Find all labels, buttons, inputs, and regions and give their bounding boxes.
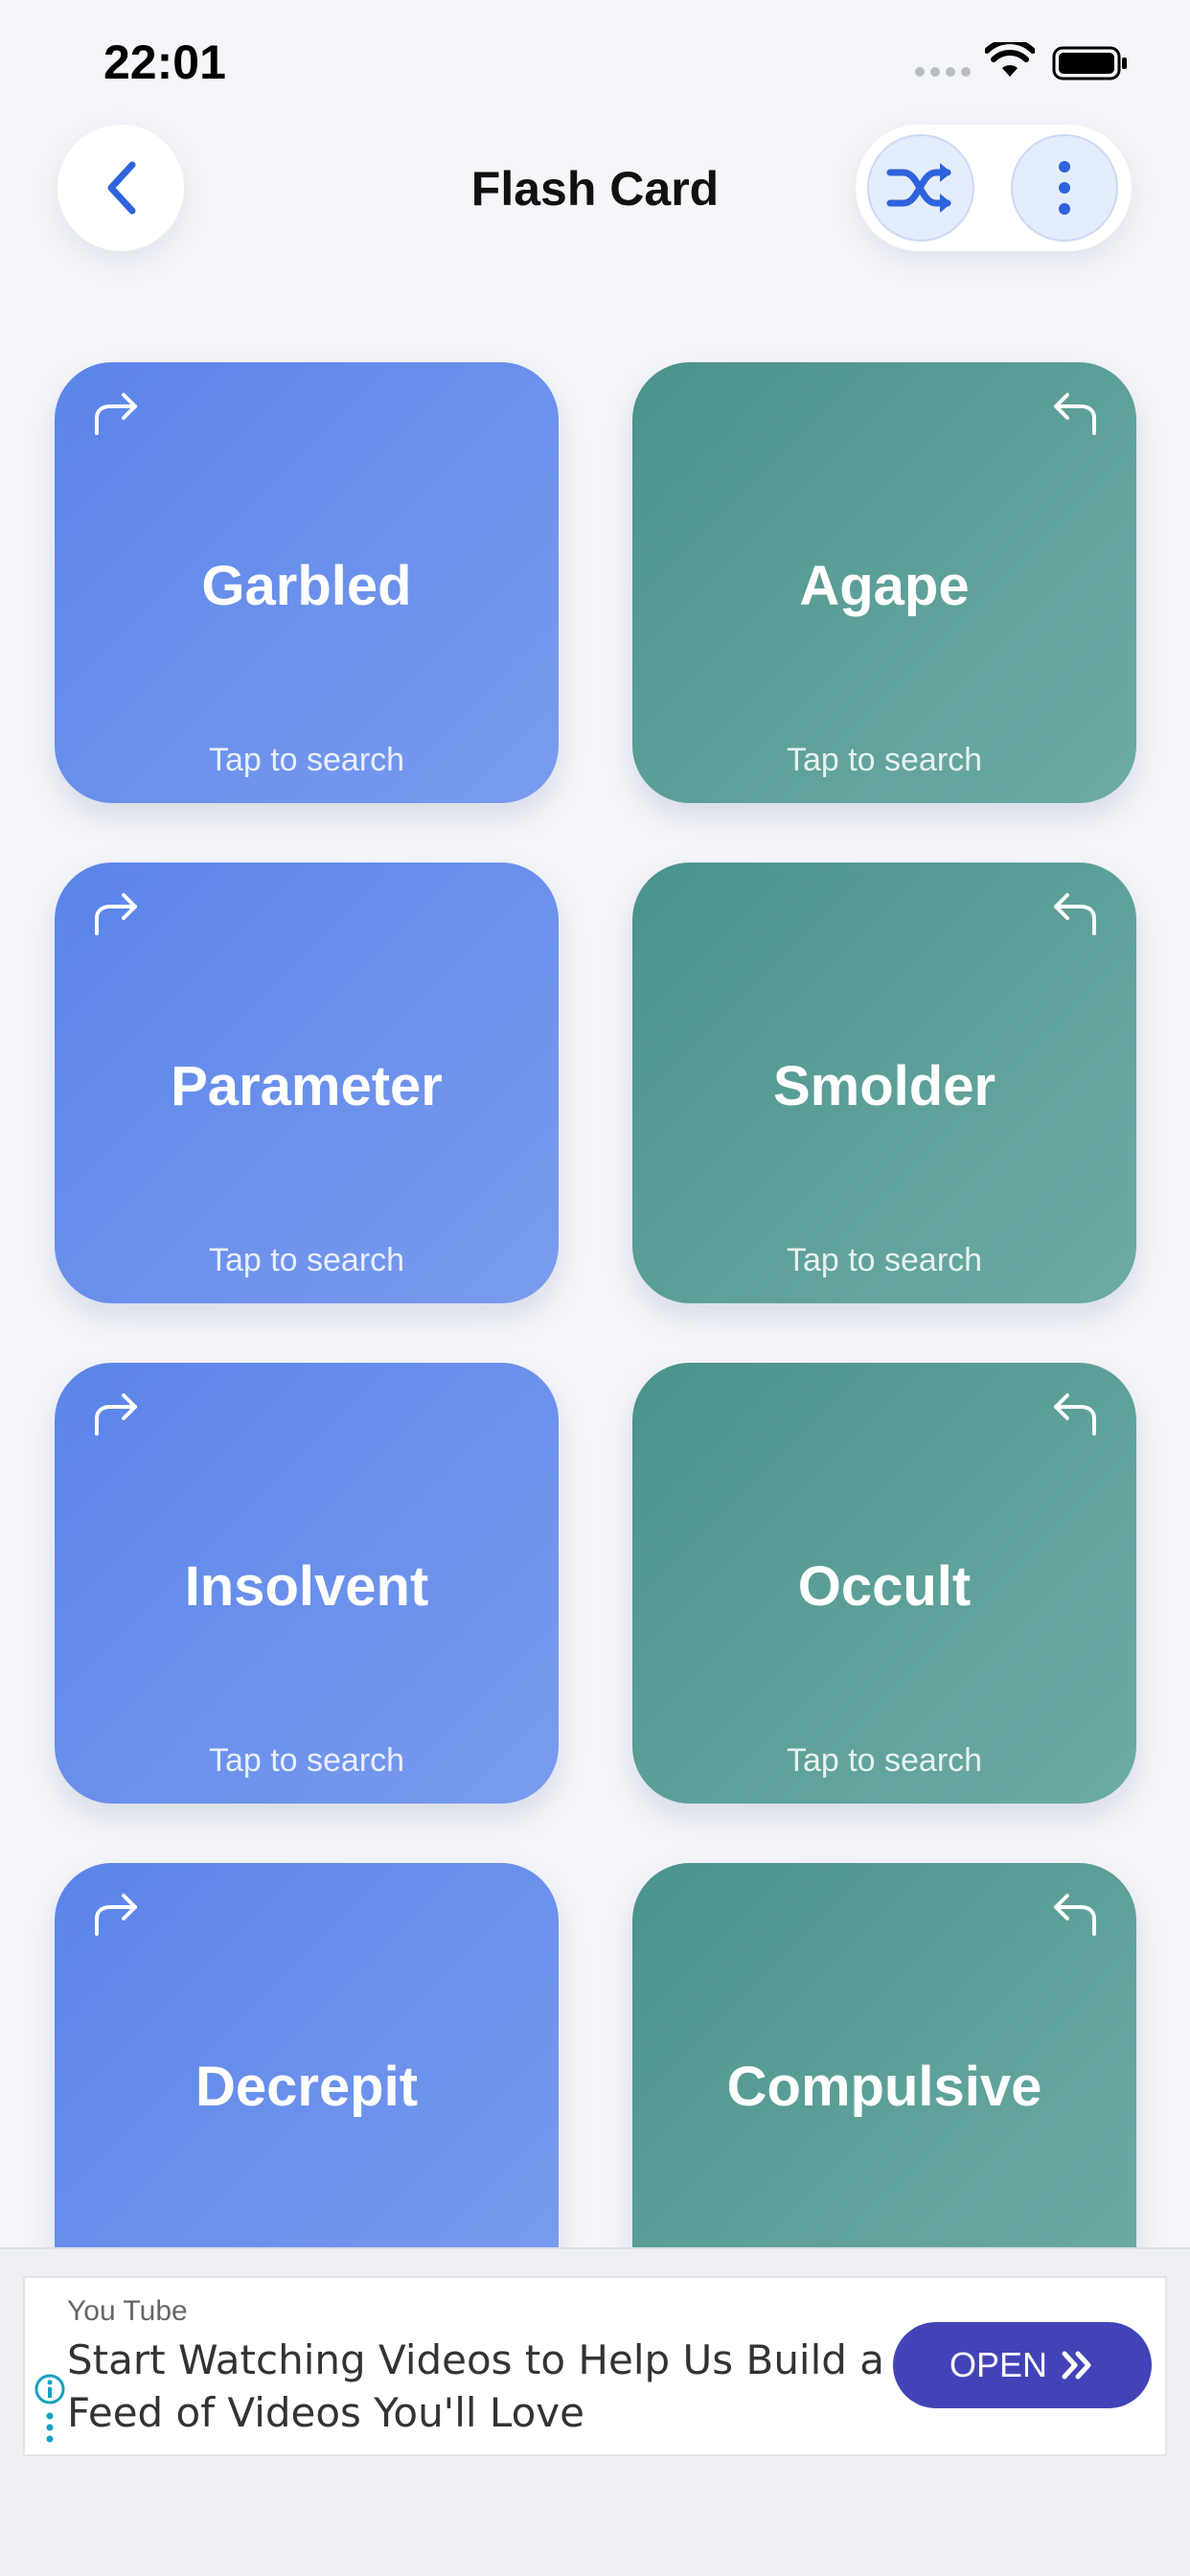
forward-arrow-icon [95,1393,137,1436]
ad-info-icon[interactable] [33,2372,67,2449]
card-word: Garbled [201,555,412,617]
back-arrow-icon [1054,393,1096,435]
card-word: Decrepit [195,2056,419,2118]
card-word: Smolder [772,1055,996,1117]
flash-card[interactable]: Agape Tap to search [632,362,1136,803]
ad-source: You Tube [67,2295,188,2327]
ad-open-label: OPEN [949,2345,1048,2384]
ad-headline: Start Watching Videos to Help Us Build a… [67,2336,885,2436]
card-hint: Tap to search [786,742,983,778]
back-arrow-icon [1054,893,1096,935]
forward-arrow-icon [95,893,137,935]
double-chevron-right-icon [1062,2351,1091,2380]
card-hint: Tap to search [208,742,405,778]
card-hint: Tap to search [786,1242,983,1278]
flash-card[interactable]: Insolvent Tap to search [55,1363,559,1804]
flash-card[interactable]: Occult Tap to search [632,1363,1136,1804]
card-word: Compulsive [726,2056,1042,2118]
card-word: Agape [799,555,970,617]
ad-area: You Tube Start Watching Videos to Help U… [0,2247,1190,2576]
card-word: Occult [797,1555,972,1618]
card-hint: Tap to search [786,1742,983,1779]
ad-banner[interactable]: You Tube Start Watching Videos to Help U… [23,2276,1167,2456]
flash-card-grid: Garbled Tap to search Agape Tap to searc… [0,0,1190,2247]
forward-arrow-icon [95,393,137,435]
card-word: Parameter [171,1055,443,1117]
ad-open-button[interactable]: OPEN [893,2322,1152,2408]
flash-card[interactable]: Garbled Tap to search [55,362,559,803]
flash-card[interactable]: Decrepit [55,1863,559,2247]
flash-card[interactable]: Smolder Tap to search [632,862,1136,1303]
back-arrow-icon [1054,1393,1096,1436]
card-hint: Tap to search [208,1742,405,1779]
forward-arrow-icon [95,1894,137,1936]
flash-card[interactable]: Parameter Tap to search [55,862,559,1303]
back-arrow-icon [1054,1894,1096,1936]
card-word: Insolvent [184,1555,429,1618]
card-hint: Tap to search [208,1242,405,1278]
flash-card[interactable]: Compulsive [632,1863,1136,2247]
